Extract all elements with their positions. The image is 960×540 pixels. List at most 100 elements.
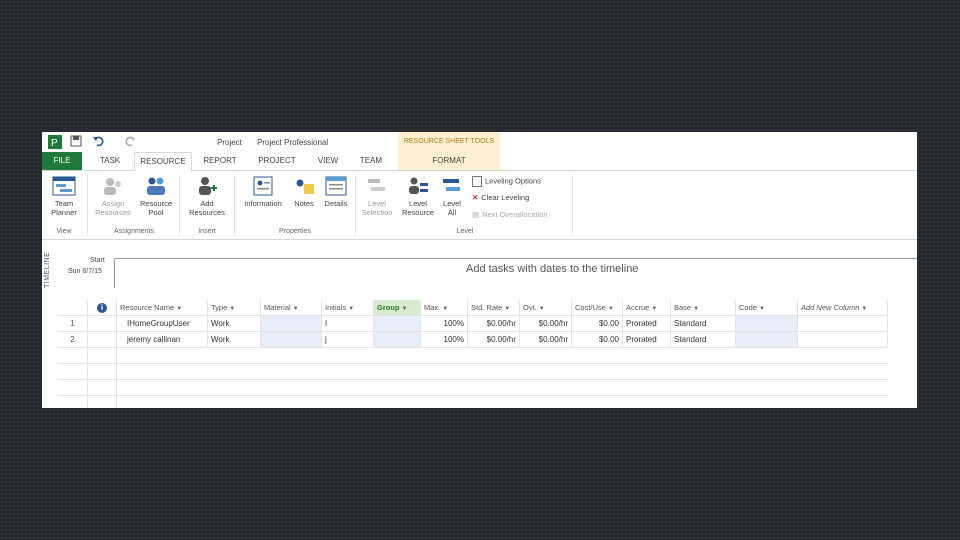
details-button[interactable]: Details bbox=[320, 175, 352, 208]
empty-cell bbox=[58, 364, 88, 379]
clear-leveling-button[interactable]: ✕ Clear Leveling bbox=[472, 193, 529, 202]
tab-view[interactable]: VIEW bbox=[310, 152, 346, 170]
assign-resources-icon bbox=[104, 178, 121, 195]
timeline-pane[interactable]: TIMELINE Start Sun 6/7/15 Add tasks with… bbox=[42, 240, 917, 296]
max-cell[interactable]: 100% bbox=[421, 316, 468, 331]
timeline-start-date: Sun 6/7/15 bbox=[68, 268, 102, 275]
chevron-down-icon: ▼ bbox=[292, 306, 299, 312]
new-column-cell[interactable] bbox=[798, 332, 888, 347]
column-header-accrue[interactable]: Accrue ▼ bbox=[623, 300, 671, 315]
column-header-add-new[interactable]: Add New Column ▼ bbox=[798, 300, 888, 315]
redo-icon[interactable] bbox=[124, 135, 138, 149]
tab-project[interactable]: PROJECT bbox=[252, 152, 302, 170]
table-row[interactable]: 2 jeremy callinan Work j 100% $0.00/hr $… bbox=[58, 332, 888, 348]
code-cell[interactable] bbox=[736, 332, 798, 347]
material-cell[interactable] bbox=[261, 316, 322, 331]
chevron-down-icon: ▼ bbox=[861, 306, 868, 312]
resource-name-cell[interactable]: IHomeGroupUser bbox=[117, 316, 208, 331]
empty-row[interactable] bbox=[58, 380, 888, 396]
details-label: Details bbox=[324, 199, 348, 208]
column-header-cost-use[interactable]: Cost/Use ▼ bbox=[572, 300, 623, 315]
base-cell[interactable]: Standard bbox=[671, 316, 736, 331]
indicator-cell bbox=[88, 332, 117, 347]
notes-button[interactable]: Notes bbox=[290, 175, 318, 208]
column-header-initials[interactable]: Initials ▼ bbox=[322, 300, 374, 315]
code-cell[interactable] bbox=[736, 316, 798, 331]
column-header-code[interactable]: Code ▼ bbox=[736, 300, 798, 315]
column-header-ovt[interactable]: Ovt. ▼ bbox=[520, 300, 572, 315]
row-number[interactable]: 1 bbox=[58, 316, 88, 331]
level-resource-button[interactable]: Level Resource bbox=[398, 175, 438, 217]
clear-leveling-icon: ✕ bbox=[472, 193, 479, 202]
column-header-std-rate[interactable]: Std. Rate ▼ bbox=[468, 300, 520, 315]
row-number[interactable]: 2 bbox=[58, 332, 88, 347]
type-cell[interactable]: Work bbox=[208, 332, 261, 347]
next-overallocation-button[interactable]: ▤ Next Overallocation bbox=[472, 210, 548, 219]
column-header-material[interactable]: Material ▼ bbox=[261, 300, 322, 315]
group-cell[interactable] bbox=[374, 332, 421, 347]
group-level-label: Level bbox=[456, 228, 474, 235]
tab-task[interactable]: TASK bbox=[90, 152, 130, 170]
ovt-cell[interactable]: $0.00/hr bbox=[520, 332, 572, 347]
tab-format[interactable]: FORMAT bbox=[398, 152, 500, 170]
empty-row[interactable] bbox=[58, 396, 888, 408]
empty-row[interactable] bbox=[58, 364, 888, 380]
empty-cell bbox=[58, 348, 88, 363]
tab-file[interactable]: FILE bbox=[42, 152, 82, 170]
ovt-cell[interactable]: $0.00/hr bbox=[520, 316, 572, 331]
contextual-tab-header: RESOURCE SHEET TOOLS bbox=[398, 132, 500, 152]
project-window: P Project Project Professional RESOURCE … bbox=[42, 132, 917, 408]
material-cell[interactable] bbox=[261, 332, 322, 347]
chevron-down-icon: ▼ bbox=[401, 306, 408, 312]
undo-icon[interactable] bbox=[92, 135, 106, 149]
initials-cell[interactable]: I bbox=[322, 316, 374, 331]
tab-team[interactable]: TEAM bbox=[352, 152, 390, 170]
tab-resource[interactable]: RESOURCE bbox=[134, 152, 192, 172]
group-properties-label: Properties bbox=[279, 228, 311, 235]
empty-cell bbox=[88, 380, 117, 395]
table-row[interactable]: 1 IHomeGroupUser Work I 100% $0.00/hr $0… bbox=[58, 316, 888, 332]
add-resources-label: Add Resources bbox=[189, 199, 225, 217]
add-resources-button[interactable]: Add Resources bbox=[182, 175, 232, 217]
information-button[interactable]: Information bbox=[238, 175, 288, 208]
tab-report[interactable]: REPORT bbox=[198, 152, 242, 170]
level-all-button[interactable]: Level All bbox=[440, 175, 464, 217]
level-selection-button[interactable]: Level Selection bbox=[358, 175, 396, 217]
resource-name-cell[interactable]: jeremy callinan bbox=[117, 332, 208, 347]
std-rate-cell[interactable]: $0.00/hr bbox=[468, 316, 520, 331]
team-planner-button[interactable]: Team Planner bbox=[44, 175, 84, 217]
accrue-cell[interactable]: Prorated bbox=[623, 332, 671, 347]
chevron-down-icon: ▼ bbox=[229, 306, 236, 312]
information-label: Information bbox=[244, 199, 282, 208]
accrue-cell[interactable]: Prorated bbox=[623, 316, 671, 331]
assign-resources-label: Assign Resources bbox=[95, 199, 131, 217]
group-separator bbox=[355, 175, 356, 235]
select-all-corner[interactable] bbox=[58, 300, 88, 315]
cost-use-cell[interactable]: $0.00 bbox=[572, 332, 623, 347]
leveling-options-button[interactable]: Leveling Options bbox=[472, 176, 541, 187]
save-icon[interactable] bbox=[70, 135, 82, 149]
column-header-base[interactable]: Base ▼ bbox=[671, 300, 736, 315]
assign-resources-button[interactable]: Assign Resources bbox=[92, 175, 134, 217]
initials-cell[interactable]: j bbox=[322, 332, 374, 347]
column-header-resource-name[interactable]: Resource Name ▼ bbox=[117, 300, 208, 315]
svg-text:P: P bbox=[51, 138, 58, 149]
max-cell[interactable]: 100% bbox=[421, 332, 468, 347]
chevron-down-icon: ▼ bbox=[693, 306, 700, 312]
column-header-type[interactable]: Type ▼ bbox=[208, 300, 261, 315]
column-header-group[interactable]: Group ▼ bbox=[374, 300, 421, 315]
empty-cell bbox=[58, 396, 88, 408]
new-column-cell[interactable] bbox=[798, 316, 888, 331]
column-header-max[interactable]: Max. ▼ bbox=[421, 300, 468, 315]
empty-row[interactable] bbox=[58, 348, 888, 364]
std-rate-cell[interactable]: $0.00/hr bbox=[468, 332, 520, 347]
chevron-down-icon: ▼ bbox=[538, 306, 545, 312]
cost-use-cell[interactable]: $0.00 bbox=[572, 316, 623, 331]
base-cell[interactable]: Standard bbox=[671, 332, 736, 347]
indicators-column-header[interactable]: i bbox=[88, 300, 117, 315]
type-cell[interactable]: Work bbox=[208, 316, 261, 331]
resource-pool-button[interactable]: Resource Pool bbox=[136, 175, 176, 217]
resource-pool-icon bbox=[147, 177, 165, 195]
next-overallocation-icon: ▤ bbox=[472, 210, 480, 219]
group-cell[interactable] bbox=[374, 316, 421, 331]
